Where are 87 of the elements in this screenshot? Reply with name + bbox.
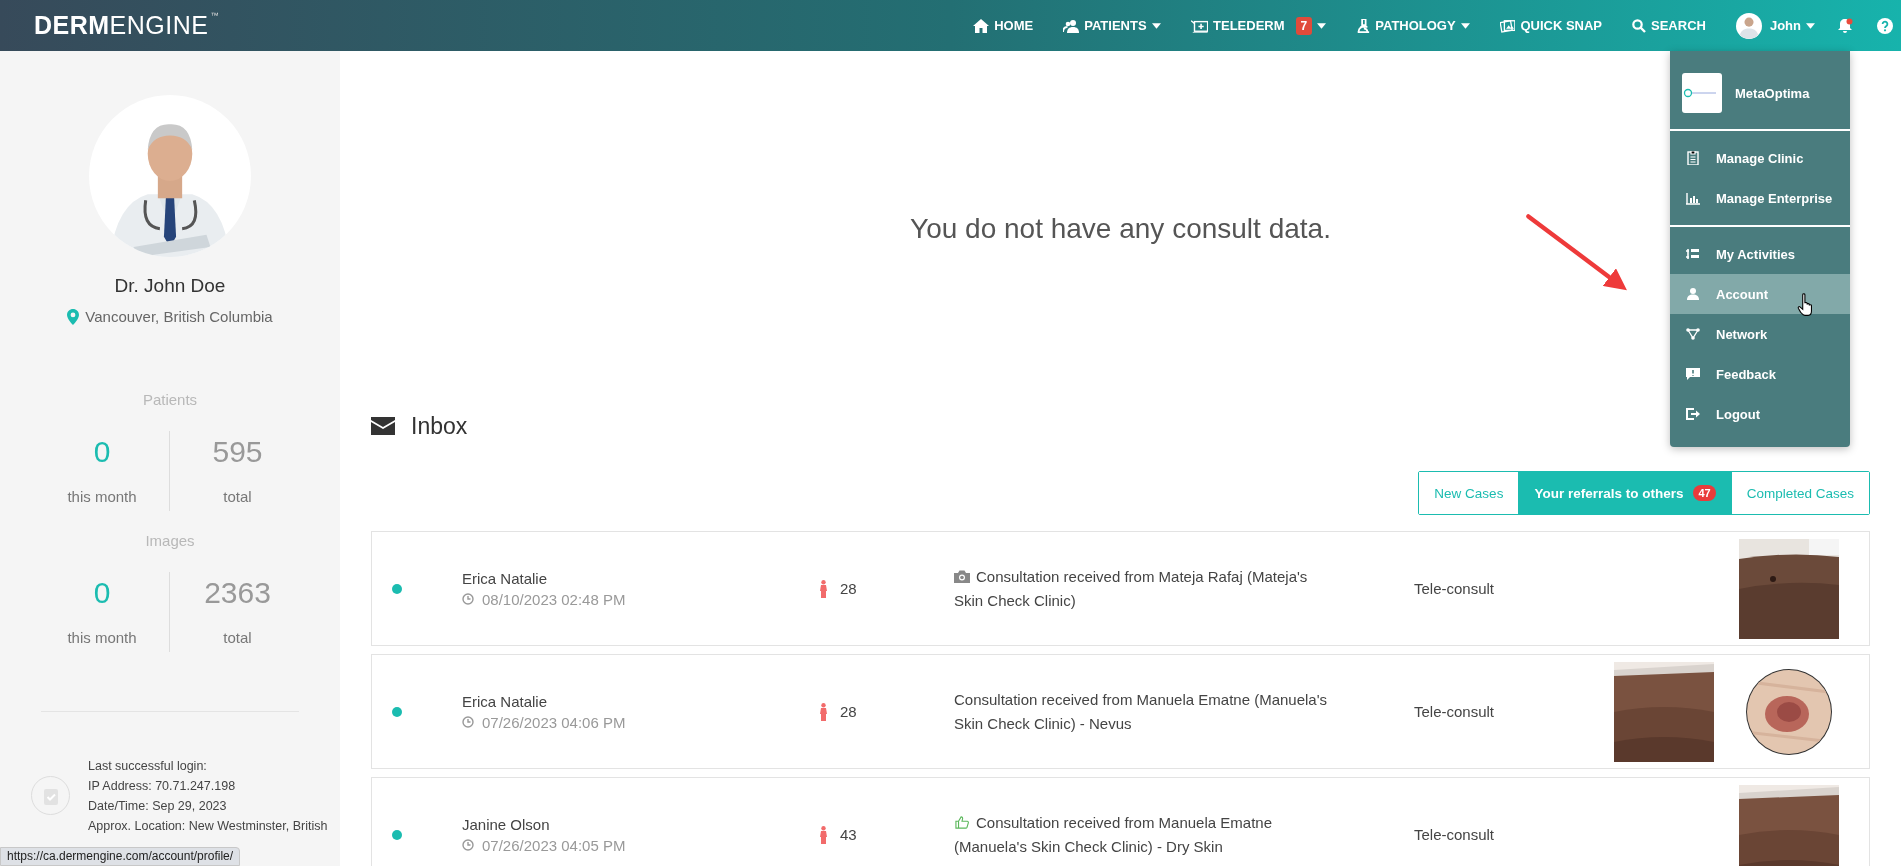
menu-item[interactable]: Logout (1670, 394, 1850, 434)
home-icon (973, 18, 990, 33)
map-pin-icon (67, 308, 80, 325)
stat-label: this month (67, 629, 137, 646)
clock-icon (462, 839, 474, 851)
search-icon (1632, 18, 1647, 33)
patient-age: 43 (840, 826, 857, 843)
location-text: Vancouver, British Columbia (85, 308, 273, 325)
consult-type: Tele-consult (1414, 703, 1495, 720)
menu-item[interactable]: Account (1670, 274, 1850, 314)
inbox-title: Inbox (411, 412, 468, 440)
patient-name: Erica Natalie (462, 569, 549, 587)
nav-link[interactable]: HOME (973, 18, 1034, 33)
case-card[interactable]: Erica Natalie 07/26/2023 04:06 PM 28 Consultation received from Manuela Ematne (Manuela's Skin Check Clinic) - Nevus Tele-consult (371, 654, 1870, 769)
patient-name: Janine Olson (462, 815, 551, 833)
monitor-plus-icon (1190, 18, 1209, 33)
organization-logo (1682, 73, 1722, 113)
date-time: 08/10/2023 02:48 PM (482, 590, 626, 608)
menu-item[interactable]: Network (1670, 314, 1850, 354)
count-badge: 7 (1295, 16, 1313, 35)
status-url: https://ca.dermengine.com/account/profile/ (0, 847, 241, 866)
help-icon[interactable] (1877, 17, 1893, 34)
stat-value: 2363 (204, 576, 271, 610)
hand-cursor-icon (1797, 293, 1815, 317)
person-icon (819, 825, 828, 844)
stat-title: Images (145, 532, 195, 549)
date-time: 07/26/2023 04:05 PM (482, 836, 626, 854)
consult-type: Tele-consult (1414, 826, 1495, 843)
list-icon (1686, 247, 1700, 261)
patient-age: 28 (840, 580, 857, 597)
thumbs-up-icon (954, 815, 970, 829)
consultation-subject: Consultation received from Mateja Rafaj (Mateja's Skin Check Clinic) (954, 566, 1309, 611)
menu-item[interactable]: My Activities (1670, 234, 1850, 274)
nav-link[interactable]: PATHOLOGY (1356, 18, 1470, 33)
envelope-icon (371, 417, 395, 435)
clipboard-icon (1686, 151, 1700, 165)
stat-value: 0 (93, 435, 111, 469)
doctor-name: Dr. John Doe (114, 275, 226, 297)
notifications-bell-icon[interactable] (1837, 17, 1853, 34)
stat-label: total (223, 488, 252, 505)
nav-link[interactable]: QUICK SNAP (1499, 18, 1603, 33)
camera-icon (954, 569, 970, 583)
menu-item[interactable]: Feedback (1670, 354, 1850, 394)
users-icon (1063, 18, 1080, 33)
nav-link[interactable]: TELEDERM 7 (1190, 16, 1327, 35)
stat-value: 0 (93, 576, 111, 610)
date-time: 07/26/2023 04:06 PM (482, 713, 626, 731)
patient-age: 28 (840, 703, 857, 720)
network-icon (1686, 327, 1700, 341)
status-dot (392, 706, 402, 717)
person-icon (819, 702, 828, 721)
case-card[interactable]: Janine Olson 07/26/2023 04:05 PM 43 Consultation received from Manuela Ematne (Manuela's Skin Check Clinic) - Dry Skin Tele-consult (371, 777, 1870, 866)
login-info-text: Approx. Location: New Westminster, British (88, 818, 328, 835)
login-info-text: IP Address: 70.71.247.198 (88, 778, 236, 795)
photos-icon (1499, 18, 1516, 33)
login-info-text: Date/Time: Sep 29, 2023 (88, 798, 227, 815)
consultation-subject: Consultation received from Manuela Ematne (Manuela's Skin Check Clinic) - Dry Skin (954, 812, 1273, 857)
avatar-icon (1735, 12, 1762, 39)
person-icon (819, 579, 828, 598)
user-menu[interactable]: John (1735, 12, 1815, 39)
status-dot (392, 583, 402, 594)
consultation-subject: Consultation received from Manuela Ematne (Manuela's Skin Check Clinic) - Nevus (954, 689, 1329, 734)
tab[interactable]: Your referrals to others 47 (1518, 472, 1731, 514)
clock-icon (462, 716, 474, 728)
stat-value: 595 (212, 435, 263, 469)
organization-name: MetaOptima (1735, 85, 1810, 101)
count-badge: 47 (1693, 485, 1716, 501)
tab[interactable]: Completed Cases (1730, 472, 1869, 514)
empty-message: You do not have any consult data. (910, 213, 1331, 245)
stat-label: total (223, 629, 252, 646)
menu-item[interactable]: Manage Clinic (1670, 138, 1850, 178)
bar-chart-icon (1686, 191, 1700, 205)
menu-item[interactable]: Manage Enterprise (1670, 178, 1850, 218)
case-card[interactable]: Erica Natalie 08/10/2023 02:48 PM 28 Consultation received from Mateja Rafaj (Mateja's Skin Check Clinic) Tele-consult (371, 531, 1870, 646)
patient-name: Erica Natalie (462, 692, 549, 710)
nav-link[interactable]: SEARCH (1632, 18, 1706, 33)
consult-type: Tele-consult (1414, 580, 1495, 597)
stat-title: Patients (142, 391, 198, 408)
login-info-text: Last successful login: (88, 758, 207, 775)
logo[interactable]: DERMENGINE$^{™}$ (34, 11, 219, 40)
logout-icon (1686, 407, 1700, 421)
status-dot (392, 829, 402, 840)
clock-icon (462, 593, 474, 605)
user-icon (1686, 287, 1700, 301)
nav-link[interactable]: PATIENTS (1063, 18, 1161, 33)
speech-bubble-icon (1686, 367, 1700, 381)
stat-label: this month (67, 488, 137, 505)
